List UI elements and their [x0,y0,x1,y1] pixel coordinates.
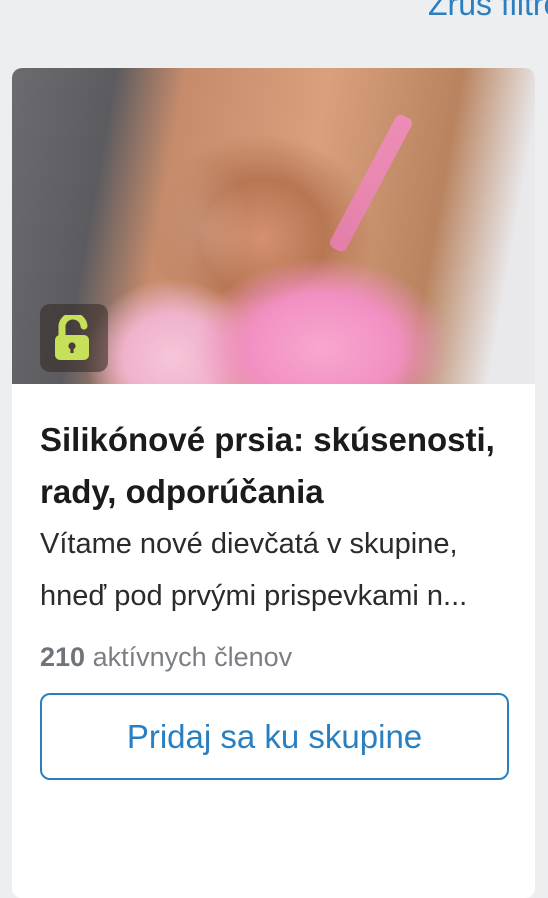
member-count-line: 210 aktívnych členov [40,642,507,673]
group-cover-image[interactable] [12,68,535,384]
join-group-button[interactable]: Pridaj sa ku skupine [40,693,509,780]
group-card[interactable]: Silikónové prsia: skúsenosti, rady, odpo… [12,68,535,898]
clear-filters-link[interactable]: Zruš filtre [428,0,548,23]
group-card-body: Silikónové prsia: skúsenosti, rady, odpo… [12,384,535,780]
member-count: 210 [40,642,86,672]
group-title[interactable]: Silikónové prsia: skúsenosti, rady, odpo… [40,414,507,518]
member-count-label: aktívnych členov [92,642,293,672]
group-description: Vítame nové dievčatá v skupine, hneď pod… [40,528,468,612]
cover-image-detail [327,112,415,254]
unlocked-padlock-icon [40,304,108,372]
